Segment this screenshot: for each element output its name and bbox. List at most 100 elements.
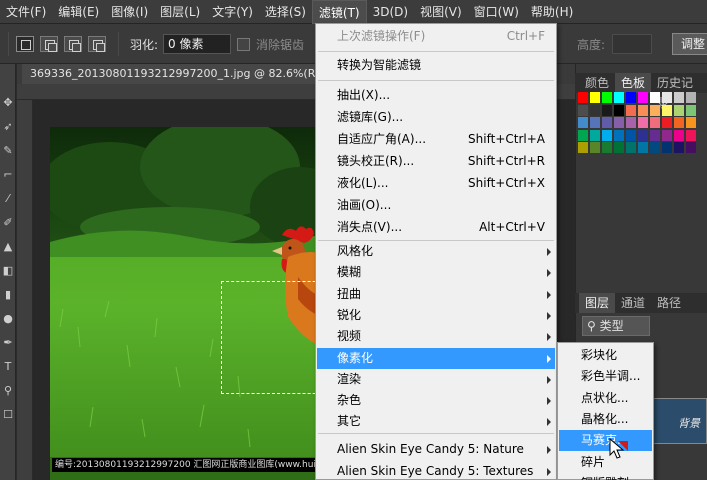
color-swatch[interactable] (590, 92, 600, 103)
color-swatch[interactable] (662, 92, 672, 103)
menu-item-filter-0[interactable]: 抽出(X)... (317, 85, 555, 106)
color-swatch[interactable] (686, 142, 696, 153)
menu-item-submenu-2[interactable]: 扭曲 (317, 284, 555, 305)
menu-item-submenu-0[interactable]: 风格化 (317, 241, 555, 262)
submenu-item-0[interactable]: 彩块化 (559, 345, 652, 366)
submenu-item-6[interactable]: 铜版雕刻... (559, 473, 652, 480)
menu-file[interactable]: 文件(F) (0, 0, 52, 24)
color-swatch[interactable] (626, 104, 636, 116)
zoom-tool-icon[interactable]: ⚲ (2, 384, 14, 398)
color-swatch[interactable] (602, 104, 612, 116)
pen-tool-icon[interactable]: ✒ (2, 336, 14, 350)
submenu-item-2[interactable]: 点状化... (559, 388, 652, 409)
intersect-selection-button[interactable] (88, 36, 106, 52)
add-selection-button[interactable] (40, 36, 58, 52)
menu-item-last-filter[interactable]: 上次滤镜操作(F) Ctrl+F (317, 26, 555, 47)
color-swatch[interactable] (686, 104, 696, 116)
brush-tool-icon[interactable]: ✐ (2, 216, 14, 230)
color-swatch[interactable] (638, 104, 648, 116)
color-swatch[interactable] (578, 104, 588, 116)
document-tab[interactable]: 369336_20130801193212997200_1.jpg @ 82.6… (22, 64, 365, 84)
color-swatch[interactable] (602, 142, 612, 153)
color-swatch[interactable] (662, 129, 672, 141)
color-swatch[interactable] (578, 129, 588, 141)
color-swatch[interactable] (578, 117, 588, 128)
color-swatch[interactable] (674, 104, 684, 116)
tab-layers[interactable]: 图层 (579, 293, 616, 313)
color-swatch[interactable] (590, 117, 600, 128)
color-swatch[interactable] (638, 129, 648, 141)
menu-item-plugin-0[interactable]: Alien Skin Eye Candy 5: Nature (317, 439, 555, 460)
color-swatch[interactable] (638, 117, 648, 128)
dodge-tool-icon[interactable]: ● (2, 312, 14, 326)
eraser-tool-icon[interactable]: ◧ (2, 264, 14, 278)
menu-item-plugin-1[interactable]: Alien Skin Eye Candy 5: Textures (317, 461, 555, 480)
menu-layer[interactable]: 图层(L) (154, 0, 206, 24)
magic-wand-icon[interactable]: ✎ (2, 144, 14, 158)
submenu-item-3[interactable]: 晶格化... (559, 409, 652, 430)
color-swatch[interactable] (578, 92, 588, 103)
layer-filter-dropdown[interactable]: ⚲ 类型 (582, 316, 650, 336)
color-swatch[interactable] (662, 117, 672, 128)
tab-history[interactable]: 历史记录 (651, 73, 707, 110)
menu-item-filter-4[interactable]: 液化(L)... Shift+Ctrl+X (317, 173, 555, 194)
color-swatch[interactable] (614, 104, 624, 116)
hand-tool-icon[interactable]: ☐ (2, 408, 14, 422)
menu-item-submenu-4[interactable]: 视频 (317, 326, 555, 347)
eyedropper-icon[interactable]: ⁄ (2, 192, 14, 206)
color-swatch[interactable] (650, 117, 660, 128)
submenu-item-4[interactable]: 马赛克... (559, 430, 652, 452)
color-swatch[interactable] (650, 129, 660, 141)
color-swatch[interactable] (602, 117, 612, 128)
menu-item-submenu-8[interactable]: 其它 (317, 411, 555, 432)
menu-view[interactable]: 视图(V) (414, 0, 468, 24)
tab-channels[interactable]: 通道 (615, 293, 651, 313)
menu-item-filter-2[interactable]: 自适应广角(A)... Shift+Ctrl+A (317, 129, 555, 150)
color-swatch[interactable] (650, 142, 660, 153)
color-swatch[interactable] (614, 142, 624, 153)
color-swatch[interactable] (590, 129, 600, 141)
new-selection-button[interactable] (16, 36, 34, 52)
color-swatch[interactable] (614, 117, 624, 128)
color-swatch[interactable] (638, 142, 648, 153)
submenu-item-1[interactable]: 彩色半调... (559, 366, 652, 387)
color-swatch[interactable] (638, 92, 648, 103)
color-swatch[interactable] (626, 129, 636, 141)
color-swatch[interactable] (686, 117, 696, 128)
menu-item-convert-smart-filter[interactable]: 转换为智能滤镜 (317, 55, 555, 76)
color-swatch[interactable] (614, 129, 624, 141)
color-swatch[interactable] (674, 92, 684, 103)
color-swatch[interactable] (686, 129, 696, 141)
gradient-tool-icon[interactable]: ▮ (2, 288, 14, 302)
color-swatch[interactable] (662, 104, 672, 116)
color-swatch[interactable] (626, 117, 636, 128)
feather-input[interactable]: 0 像素 (163, 34, 231, 54)
menu-item-filter-5[interactable]: 油画(O)... (317, 195, 555, 216)
color-swatch[interactable] (590, 142, 600, 153)
color-swatch[interactable] (650, 104, 660, 116)
menu-item-filter-1[interactable]: 滤镜库(G)... (317, 107, 555, 128)
move-tool-icon[interactable]: ✥ (2, 96, 14, 110)
menu-3d[interactable]: 3D(D) (367, 0, 414, 24)
menu-select[interactable]: 选择(S) (259, 0, 312, 24)
tab-color[interactable]: 颜色 (579, 73, 615, 93)
color-swatch[interactable] (578, 142, 588, 153)
color-swatch[interactable] (662, 142, 672, 153)
menu-filter[interactable]: 滤镜(T) (311, 0, 367, 24)
menu-window[interactable]: 窗口(W) (468, 0, 525, 24)
color-swatch[interactable] (626, 92, 636, 103)
color-swatch[interactable] (590, 104, 600, 116)
crop-tool-icon[interactable]: ⌐ (2, 168, 14, 182)
color-swatch[interactable] (626, 142, 636, 153)
subtract-selection-button[interactable] (64, 36, 82, 52)
color-swatch[interactable] (674, 117, 684, 128)
color-swatch[interactable] (686, 92, 696, 103)
tab-swatches[interactable]: 色板 (615, 73, 652, 93)
menu-item-filter-6[interactable]: 消失点(V)... Alt+Ctrl+V (317, 217, 555, 238)
color-swatch[interactable] (674, 129, 684, 141)
color-swatch[interactable] (602, 92, 612, 103)
menu-item-submenu-3[interactable]: 锐化 (317, 305, 555, 326)
menu-help[interactable]: 帮助(H) (525, 0, 579, 24)
menu-item-filter-3[interactable]: 镜头校正(R)... Shift+Ctrl+R (317, 151, 555, 172)
menu-item-submenu-7[interactable]: 杂色 (317, 390, 555, 411)
